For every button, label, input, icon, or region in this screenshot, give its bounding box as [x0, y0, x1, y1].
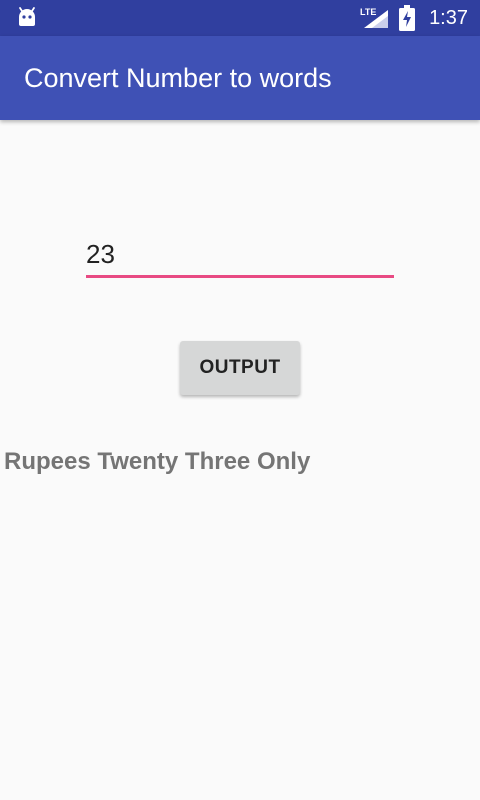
status-bar: LTE 1:37: [0, 0, 480, 36]
output-button[interactable]: OUTPUT: [180, 341, 300, 395]
lte-signal-icon: LTE: [360, 7, 388, 28]
app-title: Convert Number to words: [24, 63, 332, 93]
android-icon: [19, 7, 35, 26]
result-text: Rupees Twenty Three Only: [4, 448, 311, 475]
network-label: LTE: [360, 7, 376, 17]
number-input[interactable]: [86, 234, 394, 278]
status-time: 1:37: [429, 7, 468, 29]
app-bar: Convert Number to words: [0, 36, 480, 120]
battery-charging-icon: [399, 5, 415, 31]
